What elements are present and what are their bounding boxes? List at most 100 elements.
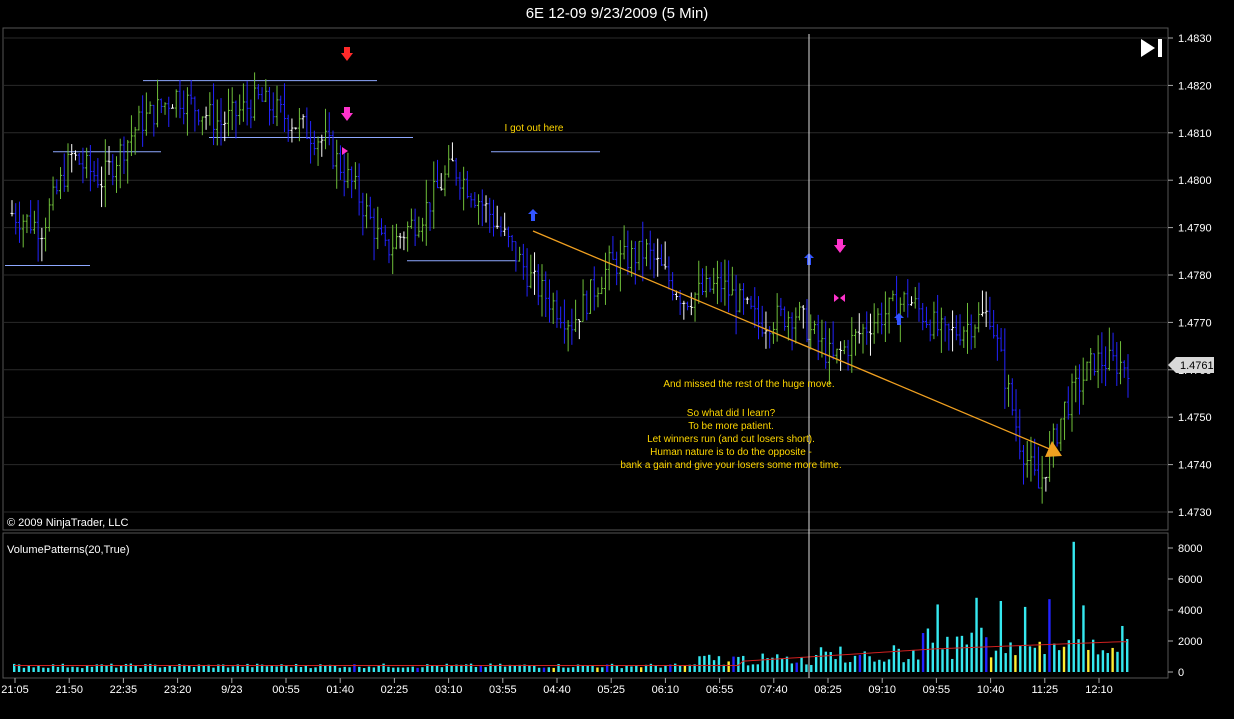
volume-bar [732,656,735,672]
price-bar [409,208,413,229]
price-bar [895,275,899,321]
price-bar [506,226,510,248]
magenta-left-marker-icon [840,294,845,302]
volume-bar [324,665,327,672]
price-bar [193,96,197,132]
volume-bar [241,666,244,672]
price-bar [723,259,727,306]
price-bar [480,189,484,227]
price-panel-frame [2,27,1169,531]
volume-bar [47,667,50,672]
skip-to-end-icon[interactable] [1138,37,1166,59]
price-bar [663,241,667,270]
price-bar [226,88,230,137]
price-bar [954,315,958,341]
price-bar [1007,374,1011,407]
volume-bar [533,665,536,672]
price-bar [1085,361,1089,381]
price-bar [786,311,790,341]
price-bar [458,171,462,200]
price-bar [704,265,708,298]
volume-bar [1101,650,1105,672]
volume-bar [921,633,925,672]
price-bar [249,99,253,129]
x-tick-label: 03:55 [489,684,517,696]
price-bar [133,126,137,155]
price-bar [144,92,148,136]
volume-bar [1043,654,1046,672]
price-bar [988,296,992,330]
price-bar [357,163,361,216]
volume-axis: 8000 6000 4000 2000 0 [1168,543,1202,679]
price-bar [801,305,805,329]
volume-bar [372,667,376,672]
volume-bar [917,659,920,672]
volume-bar [980,627,983,672]
price-bar [491,199,495,237]
volume-bar [270,665,273,672]
price-bar [141,95,145,147]
price-bar [29,200,33,234]
price-bar [1089,347,1093,381]
price-bar [17,201,21,243]
volume-bar [829,652,832,672]
volume-bar [994,650,998,672]
price-bar [969,314,973,350]
volume-bar [1111,647,1114,672]
price-bar [921,302,925,331]
volume-bar [766,658,769,672]
price-bar [913,287,917,309]
price-bar [25,214,29,234]
price-bar [66,143,70,192]
price-bar [338,145,342,180]
volume-bar [552,667,555,672]
y-tick-label: 1.4730 [1178,507,1212,519]
volume-bar [1116,651,1119,672]
price-bar [1059,418,1063,452]
volume-bar [985,637,988,672]
price-bar [473,192,477,208]
price-bar [10,200,14,217]
lesson-line-2: To be more patient. [688,421,774,432]
annotation-missed: And missed the rest of the huge move. [663,379,834,390]
volume-bar [931,642,934,672]
price-bar [484,195,488,223]
volume-bar [251,667,254,672]
price-bar [256,84,260,100]
price-bar [51,176,55,211]
price-bar [417,216,421,238]
y-tick-label: 1.4740 [1178,460,1212,472]
volume-bar [708,654,711,672]
lesson-line-1: So what did I learn? [687,408,776,419]
price-bar [857,313,861,344]
price-bar [600,276,604,295]
volume-bar [139,668,142,672]
price-bar [570,308,574,345]
volume-bar [1028,646,1032,672]
price-bar [868,313,872,356]
copyright-text: © 2009 NinjaTrader, LLC [7,517,128,529]
price-bar [831,321,835,360]
volume-bar [343,666,346,672]
x-tick-label: 23:20 [164,684,192,696]
price-bar [14,203,18,235]
price-bar [402,231,406,251]
x-tick-label: 22:35 [110,684,138,696]
price-bar [159,98,163,114]
price-bar [980,290,984,317]
price-bar [521,243,525,280]
price-bar [55,179,59,195]
price-bar [477,194,481,225]
volume-bar [1072,541,1075,672]
volume-bar [1038,641,1041,672]
price-bar [230,87,234,131]
lesson-line-3: Let winners run (and cut losers short). [647,434,815,445]
annotation-got-out: I got out here [505,123,564,134]
price-bar [749,295,753,310]
volume-bar [562,667,565,672]
volume-bar [226,667,230,672]
price-bar [59,167,63,200]
lesson-line-5: bank a gain and give your losers some mo… [620,460,841,471]
price-bar [947,323,951,351]
price-bar [719,262,723,303]
